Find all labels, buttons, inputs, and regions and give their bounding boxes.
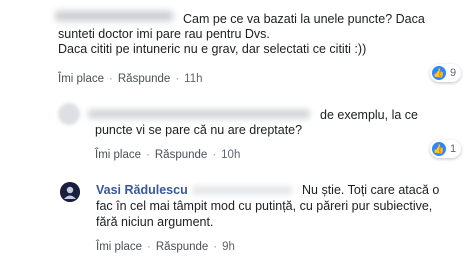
comment-3-text-line-3: fără niciun argument.: [96, 215, 214, 229]
comment-2-reaction-count: 1: [450, 143, 457, 155]
comment-2-reactions[interactable]: 👍 1: [430, 140, 462, 158]
comment-2-time[interactable]: 10h: [221, 149, 240, 161]
comment-2-actions: Îmi place · Răspunde · 10h: [95, 149, 241, 161]
comment-2-author-blurred[interactable]: [88, 109, 310, 119]
comment-2-text-line-2: puncte vi se pare că nu are dreptate?: [95, 123, 303, 137]
comment-1-time[interactable]: 11h: [184, 73, 202, 85]
comment-2-avatar[interactable]: [58, 103, 80, 125]
comment-3-like-link[interactable]: Îmi place: [96, 241, 142, 253]
comment-1-reaction-count: 9: [450, 67, 457, 79]
comment-3-blurred-mention[interactable]: [192, 186, 292, 195]
comment-2-reply-link[interactable]: Răspunde: [155, 149, 207, 161]
comment-3-line-1: Vasi Rădulescu: [96, 183, 188, 198]
comment-2-text-line-1: de exemplu, la ce: [320, 108, 418, 122]
comment-3-reply-link[interactable]: Răspunde: [156, 241, 208, 253]
thumbs-up-icon: 👍: [432, 66, 446, 80]
comment-3-avatar[interactable]: [60, 182, 80, 202]
comment-3-time[interactable]: 9h: [222, 241, 235, 253]
avatar-icon: [60, 182, 80, 202]
comment-1-actions: Îmi place · Răspunde · 11h: [58, 73, 203, 85]
comment-3-author[interactable]: Vasi Rădulescu: [96, 183, 188, 197]
comment-3-actions: Îmi place · Răspunde · 9h: [96, 241, 235, 253]
comment-3-text-line-1: Nu știe. Toți care atacă o: [302, 183, 440, 197]
comment-2-like-link[interactable]: Îmi place: [95, 149, 141, 161]
comment-3-text-line-2: fac în cel mai tâmpit mod cu putință, cu…: [96, 199, 433, 213]
comment-1-reply-link[interactable]: Răspunde: [118, 73, 170, 85]
comment-1-reactions[interactable]: 👍 9: [430, 64, 462, 82]
comment-1-text-line-1: Cam pe ce va bazati la unele puncte? Dac…: [183, 12, 425, 26]
comment-1-author-blurred[interactable]: [55, 11, 173, 21]
thumbs-up-icon: 👍: [432, 142, 446, 156]
comment-1-text-line-2: sunteti doctor imi pare rau pentru Dvs.: [58, 27, 270, 41]
comment-1-like-link[interactable]: Îmi place: [58, 73, 104, 85]
comment-1-text-line-3: Daca cititi pe intuneric nu e grav, dar …: [58, 42, 367, 56]
